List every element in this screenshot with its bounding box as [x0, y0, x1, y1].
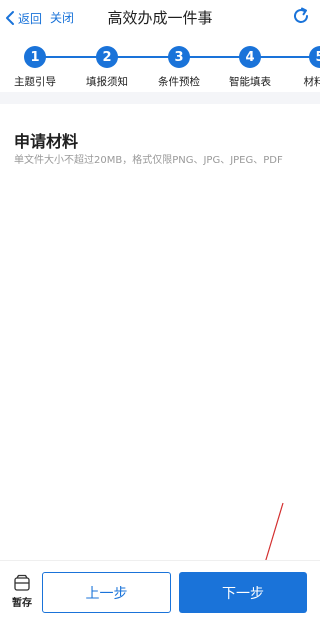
step-1-label[interactable]: 主题引导	[14, 74, 56, 89]
step-1-circle[interactable]: 1	[24, 46, 46, 68]
section-divider	[0, 92, 320, 104]
step-progress: 1 主题引导 2 填报须知 3 条件预检 4 智能填表 5 材料	[0, 34, 320, 92]
step-3-circle[interactable]: 3	[168, 46, 190, 68]
step-5-circle[interactable]: 5	[309, 46, 320, 68]
save-draft-button[interactable]: 暂存	[8, 574, 36, 609]
page-title: 高效办成一件事	[107, 9, 213, 27]
step-5-label[interactable]: 材料	[304, 74, 320, 89]
bottom-action-bar: 暂存 上一步 下一步	[0, 560, 320, 626]
save-draft-label: 暂存	[12, 598, 32, 609]
step-3-label[interactable]: 条件预检	[158, 74, 200, 89]
step-4-label[interactable]: 智能填表	[229, 74, 271, 89]
main-content: 申请材料 单文件大小不超过20MB，格式仅限PNG、JPG、JPEG、PDF	[0, 104, 320, 560]
step-4-circle[interactable]: 4	[239, 46, 261, 68]
previous-step-button[interactable]: 上一步	[42, 572, 171, 613]
section-title: 申请材料	[14, 132, 79, 151]
step-2-label[interactable]: 填报须知	[86, 74, 128, 89]
archive-box-icon	[14, 574, 30, 591]
nav-bar: 返回 关闭 高效办成一件事	[0, 0, 320, 34]
upload-hint: 单文件大小不超过20MB，格式仅限PNG、JPG、JPEG、PDF	[14, 155, 283, 166]
refresh-icon[interactable]	[291, 6, 311, 26]
step-2-circle[interactable]: 2	[96, 46, 118, 68]
next-step-button[interactable]: 下一步	[179, 572, 307, 613]
